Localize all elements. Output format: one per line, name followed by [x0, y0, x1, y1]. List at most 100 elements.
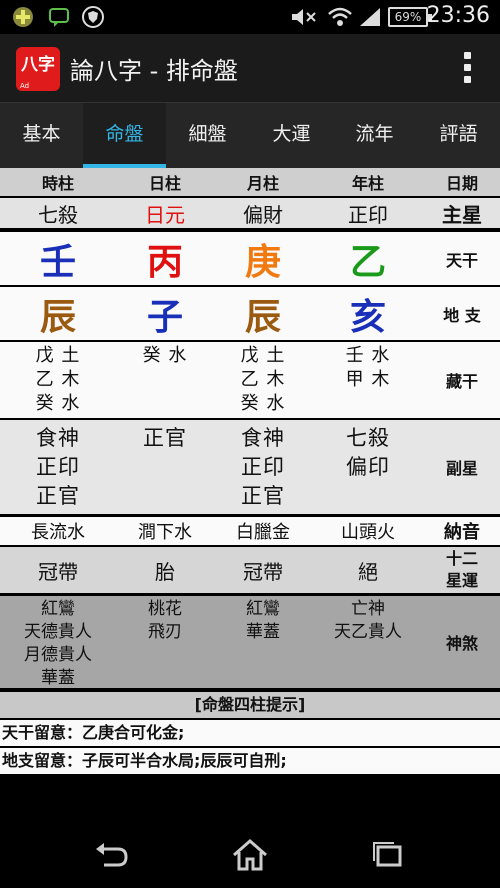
stage-hour: 冠帶 — [38, 559, 78, 584]
sub-hour-item: 正印 — [36, 455, 80, 479]
shensha-hour-item: 紅鸞 — [41, 599, 75, 619]
header-day-pillar: 日柱 — [148, 174, 181, 193]
branch-day: 子 — [146, 296, 183, 338]
shensha-day: 桃花 飛刃 — [116, 596, 214, 688]
recent-apps-icon[interactable] — [368, 837, 408, 873]
hidden-hour-item: 戊 土 — [35, 345, 81, 366]
hidden-label: 藏干 — [445, 372, 478, 391]
sub-hour-item: 食神 — [36, 426, 80, 450]
sub-year-item: 七殺 — [346, 426, 390, 450]
hidden-year: 壬 水 甲 木 — [312, 342, 424, 418]
shensha-hour-item: 華蓋 — [41, 668, 75, 688]
stage-day: 胎 — [155, 559, 175, 584]
nayin-day: 澗下水 — [138, 522, 192, 543]
stem-year: 乙 — [349, 241, 386, 283]
sub-month-item: 正印 — [241, 455, 285, 479]
header-month-pillar: 月柱 — [246, 174, 279, 193]
tab-basic[interactable]: 基本 — [0, 103, 83, 169]
sub-month-item: 食神 — [241, 426, 285, 450]
back-icon[interactable] — [92, 837, 132, 873]
main-star-hour: 七殺 — [38, 202, 78, 227]
navigation-bar — [0, 823, 500, 888]
tab-bar: 基本 命盤 細盤 大運 流年 評語 — [0, 102, 500, 169]
hidden-year-item: 壬 水 — [345, 345, 391, 366]
tab-chart[interactable]: 命盤 — [83, 103, 166, 169]
hidden-month-item: 戊 土 — [240, 345, 286, 366]
sub-day: 正官 — [116, 420, 214, 514]
stage-month: 冠帶 — [243, 559, 283, 584]
hidden-year-item: 甲 木 — [345, 369, 391, 390]
tab-comments[interactable]: 評語 — [417, 103, 500, 169]
hidden-month-item: 癸 水 — [240, 393, 286, 414]
shensha-hour: 紅鸞 天德貴人 月德貴人 華蓋 — [0, 596, 116, 688]
overflow-menu-icon[interactable] — [464, 52, 472, 86]
app-logo[interactable]: 八字 Ad — [16, 47, 60, 91]
sub-hour: 食神 正印 正官 — [0, 420, 116, 514]
life-stage-row: 冠帶 胎 冠帶 絕 十二星運 — [0, 547, 500, 593]
hidden-day-item: 癸 水 — [142, 345, 188, 366]
sub-hour-item: 正官 — [36, 484, 80, 508]
section-title: [命盤四柱提示] — [0, 692, 500, 718]
tab-major-luck[interactable]: 大運 — [250, 103, 333, 169]
branch-month: 辰 — [244, 296, 281, 338]
header-date: 日期 — [445, 174, 478, 193]
branch-hour: 辰 — [39, 296, 76, 338]
main-star-month: 偏財 — [243, 202, 283, 227]
app-logo-text: 八字 — [21, 55, 55, 75]
main-star-day: 日元 — [145, 202, 185, 227]
action-bar: 八字 Ad 論八字 - 排命盤 — [0, 34, 500, 102]
sub-month: 食神 正印 正官 — [214, 420, 312, 514]
shensha-hour-item: 月德貴人 — [24, 645, 92, 665]
tab-annual-luck[interactable]: 流年 — [333, 103, 416, 169]
status-bar: 69% 23:36 — [0, 0, 500, 34]
sub-label: 副星 — [445, 459, 478, 478]
shield-icon — [82, 6, 104, 32]
signal-icon — [358, 6, 382, 32]
stem-note: 天干留意：乙庚合可化金; — [0, 720, 500, 746]
header-hour-pillar: 時柱 — [41, 174, 74, 193]
tab-detail[interactable]: 細盤 — [166, 103, 249, 169]
shensha-year: 亡神 天乙貴人 — [312, 596, 424, 688]
hidden-month: 戊 土 乙 木 癸 水 — [214, 342, 312, 418]
branch-note: 地支留意：子辰可半合水局;辰辰可自刑; — [0, 748, 500, 774]
nayin-year: 山頭火 — [341, 522, 395, 543]
stem-label: 天干 — [445, 250, 478, 270]
hidden-day: 癸 水 — [116, 342, 214, 418]
earthly-branch-row: 辰 子 辰 亥 地 支 — [0, 287, 500, 340]
battery-indicator: 69% — [388, 7, 432, 27]
mute-icon — [290, 6, 318, 32]
page-title: 論八字 - 排命盤 — [70, 57, 238, 85]
nayin-month: 白臘金 — [236, 522, 290, 543]
nayin-hour: 長流水 — [31, 522, 85, 543]
stem-month: 庚 — [244, 241, 281, 283]
sub-year: 七殺 偏印 — [312, 420, 424, 514]
shensha-month-item: 華蓋 — [246, 622, 280, 642]
branch-label: 地 支 — [443, 305, 481, 325]
hidden-hour: 戊 土 乙 木 癸 水 — [0, 342, 116, 418]
shensha-row: 紅鸞 天德貴人 月德貴人 華蓋 桃花 飛刃 紅鸞 華蓋 亡神 天乙貴人 神煞 — [0, 596, 500, 688]
main-star-row: 七殺 日元 偏財 正印 主星 — [0, 198, 500, 228]
shensha-day-item: 飛刃 — [148, 622, 182, 642]
shensha-year-item: 亡神 — [351, 599, 385, 619]
branch-year: 亥 — [349, 296, 386, 338]
hidden-hour-item: 癸 水 — [35, 393, 81, 414]
sub-month-item: 正官 — [241, 484, 285, 508]
stem-day: 丙 — [146, 241, 183, 283]
home-icon[interactable] — [230, 837, 270, 873]
header-row: 時柱 日柱 月柱 年柱 日期 — [0, 168, 500, 196]
shensha-month-item: 紅鸞 — [246, 599, 280, 619]
hidden-stems-row: 戊 土 乙 木 癸 水 癸 水 戊 土 乙 木 癸 水 壬 水 甲 木 藏干 — [0, 342, 500, 418]
app-notification-icon — [12, 6, 34, 32]
chart-table: 時柱 日柱 月柱 年柱 日期 七殺 日元 偏財 正印 主星 壬 丙 庚 乙 天干… — [0, 168, 500, 823]
stage-year: 絕 — [358, 559, 378, 584]
nayin-label: 納音 — [444, 522, 480, 543]
heavenly-stem-row: 壬 丙 庚 乙 天干 — [0, 232, 500, 285]
stage-label: 十二星運 — [445, 549, 478, 590]
hidden-hour-item: 乙 木 — [35, 369, 81, 390]
shensha-day-item: 桃花 — [148, 599, 182, 619]
hidden-month-item: 乙 木 — [240, 369, 286, 390]
nayin-row: 長流水 澗下水 白臘金 山頭火 納音 — [0, 517, 500, 545]
sub-star-row: 食神 正印 正官 正官 食神 正印 正官 七殺 偏印 副星 — [0, 420, 500, 514]
main-star-label: 主星 — [442, 202, 482, 227]
main-star-year: 正印 — [348, 202, 388, 227]
